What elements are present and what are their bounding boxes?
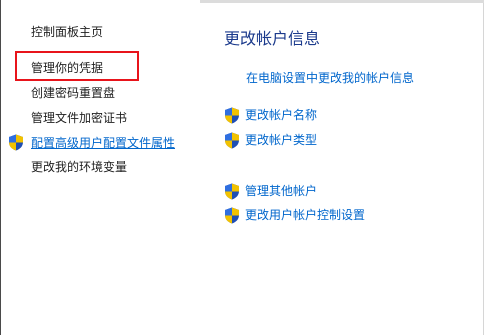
manage-other-accounts-label[interactable]: 管理其他帐户 xyxy=(245,183,317,199)
uac-settings-action[interactable]: 更改用户帐户控制设置 xyxy=(224,206,365,224)
sidebar-item-manage-credentials[interactable]: 管理你的凭据 xyxy=(31,60,103,76)
user-accounts-window: 控制面板主页 管理你的凭据 创建密码重置盘 管理文件加密证书 配置高级用户配置文… xyxy=(0,0,484,335)
sidebar-item-control-panel-home[interactable]: 控制面板主页 xyxy=(31,24,103,40)
uac-shield-icon xyxy=(224,183,240,200)
page-title: 更改帐户信息 xyxy=(224,29,321,48)
change-account-name-action[interactable]: 更改帐户名称 xyxy=(224,106,317,124)
manage-other-accounts-action[interactable]: 管理其他帐户 xyxy=(224,182,317,200)
uac-shield-icon xyxy=(8,134,24,151)
sidebar-item-create-reset-disk[interactable]: 创建密码重置盘 xyxy=(31,85,115,101)
sidebar-item-environment-variables[interactable]: 更改我的环境变量 xyxy=(31,159,127,175)
uac-shield-icon xyxy=(224,207,240,224)
top-divider xyxy=(200,0,484,3)
task-pane: 控制面板主页 管理你的凭据 创建密码重置盘 管理文件加密证书 配置高级用户配置文… xyxy=(0,0,205,335)
uac-settings-label[interactable]: 更改用户帐户控制设置 xyxy=(245,207,365,223)
uac-shield-icon xyxy=(224,132,240,149)
change-account-type-label[interactable]: 更改帐户类型 xyxy=(245,132,317,148)
uac-shield-icon xyxy=(224,107,240,124)
change-account-name-label[interactable]: 更改帐户名称 xyxy=(245,107,317,123)
change-account-type-action[interactable]: 更改帐户类型 xyxy=(224,131,317,149)
sidebar-item-manage-encryption-certs[interactable]: 管理文件加密证书 xyxy=(31,110,127,126)
sidebar-item-advanced-profile-properties[interactable]: 配置高级用户配置文件属性 xyxy=(31,135,175,151)
pc-settings-link[interactable]: 在电脑设置中更改我的帐户信息 xyxy=(246,70,414,86)
